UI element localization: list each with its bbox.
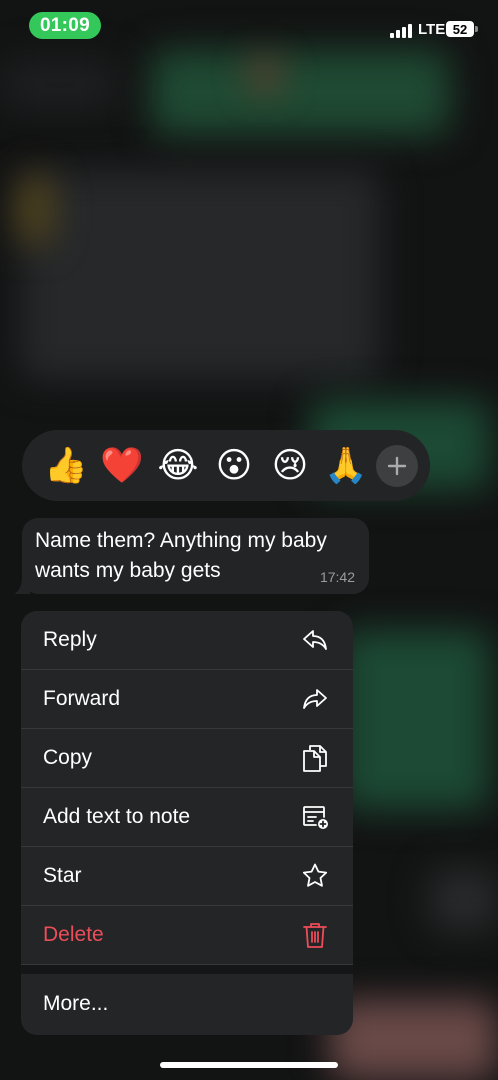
home-indicator[interactable] bbox=[160, 1062, 338, 1068]
menu-item-label: Add text to note bbox=[43, 805, 191, 828]
message-bubble[interactable]: Name them? Anything my baby wants my bab… bbox=[22, 518, 369, 594]
status-time[interactable]: 01:09 bbox=[29, 12, 101, 39]
context-menu: Reply Forward Copy Add text to note Star… bbox=[21, 611, 353, 1035]
menu-separator bbox=[21, 965, 353, 974]
menu-item-label: Delete bbox=[43, 923, 104, 946]
network-label: LTE bbox=[418, 21, 446, 38]
menu-item-label: Reply bbox=[43, 628, 97, 651]
reply-icon bbox=[301, 626, 329, 654]
menu-item-label: Forward bbox=[43, 687, 121, 710]
copy-icon bbox=[301, 744, 329, 772]
menu-item-add-to-note[interactable]: Add text to note bbox=[21, 788, 353, 847]
menu-item-label: Copy bbox=[43, 746, 93, 769]
plus-icon bbox=[387, 456, 407, 475]
reaction-heart[interactable]: ❤️ bbox=[94, 448, 150, 483]
message-text: Name them? Anything my baby wants my bab… bbox=[35, 529, 327, 582]
menu-item-more[interactable]: More... bbox=[21, 974, 353, 1034]
menu-item-delete[interactable]: Delete bbox=[21, 906, 353, 965]
reaction-surprised[interactable]: 😮 bbox=[206, 448, 262, 483]
more-reactions-button[interactable] bbox=[376, 444, 418, 487]
battery-icon: 52 bbox=[446, 21, 474, 37]
star-icon bbox=[301, 862, 329, 890]
signal-icon bbox=[390, 24, 412, 38]
menu-item-label: More... bbox=[43, 992, 109, 1015]
reaction-thumbs-up[interactable]: 👍 bbox=[38, 448, 94, 483]
note-add-icon bbox=[301, 803, 329, 831]
reaction-laugh[interactable]: 😂 bbox=[150, 448, 206, 483]
menu-item-star[interactable]: Star bbox=[21, 847, 353, 906]
reaction-sad[interactable]: 😢 bbox=[262, 448, 318, 483]
message-time: 17:42 bbox=[319, 569, 355, 585]
menu-item-copy[interactable]: Copy bbox=[21, 729, 353, 788]
forward-icon bbox=[301, 685, 329, 713]
menu-item-label: Star bbox=[43, 864, 82, 887]
menu-item-forward[interactable]: Forward bbox=[21, 670, 353, 729]
status-bar: 01:09 LTE 52 bbox=[0, 0, 498, 54]
battery-tip bbox=[475, 26, 478, 32]
trash-icon bbox=[301, 921, 329, 949]
menu-item-reply[interactable]: Reply bbox=[21, 611, 353, 670]
reaction-bar: 👍 ❤️ 😂 😮 😢 🙏 bbox=[22, 430, 430, 501]
reaction-pray[interactable]: 🙏 bbox=[318, 448, 374, 483]
